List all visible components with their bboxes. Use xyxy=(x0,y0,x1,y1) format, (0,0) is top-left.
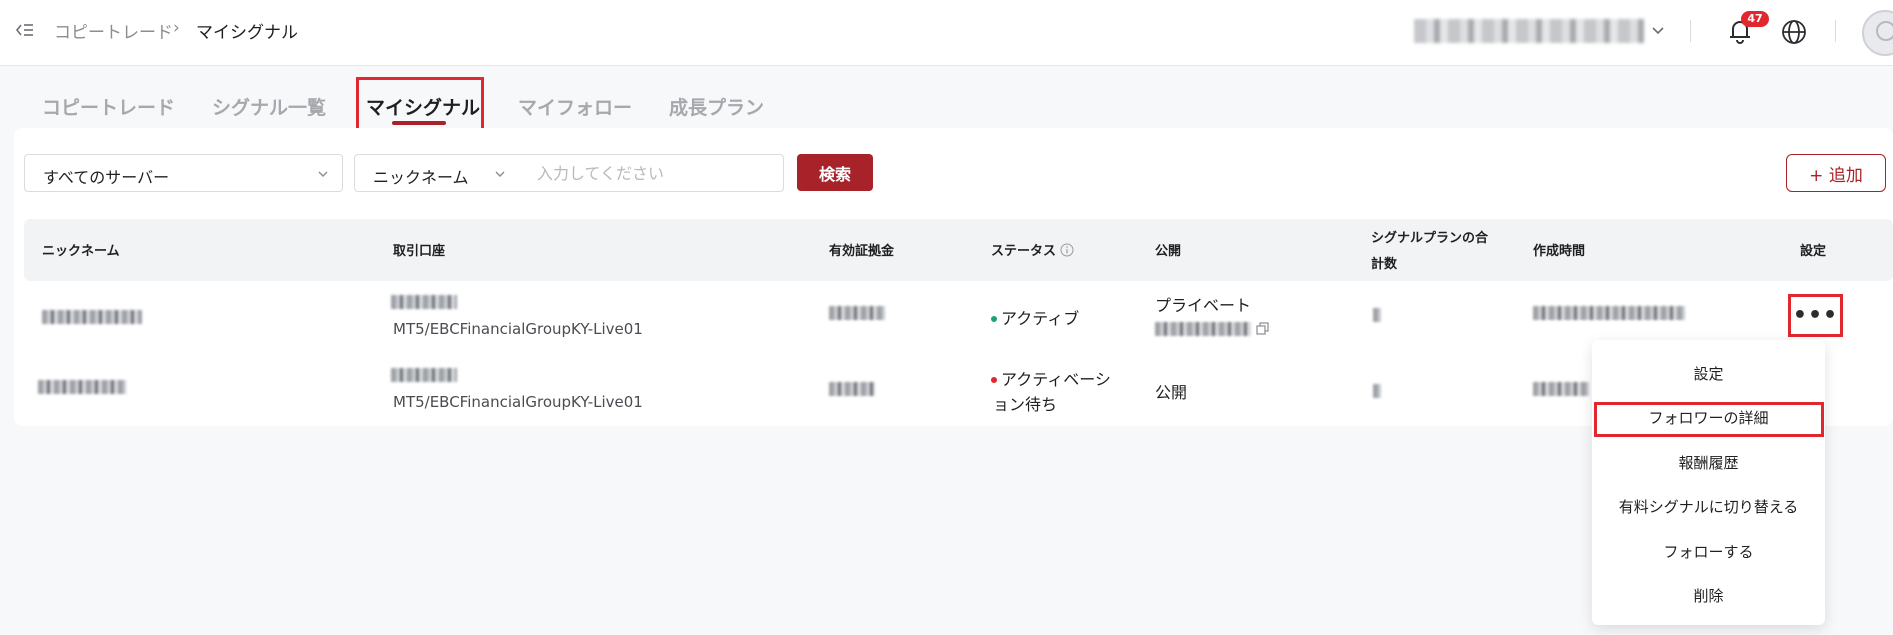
created-time-redacted xyxy=(1533,306,1685,320)
plan-count-redacted xyxy=(1373,384,1381,398)
column-header-visibility: 公開 xyxy=(1155,244,1182,259)
breadcrumb-separator: › xyxy=(173,18,180,38)
column-header-status-label: ステータス xyxy=(991,244,1057,259)
account-number-redacted xyxy=(391,295,457,309)
account-server: MT5/EBCFinancialGroupKY-Live01 xyxy=(393,393,643,411)
account-server: MT5/EBCFinancialGroupKY-Live01 xyxy=(393,320,643,338)
copy-icon[interactable] xyxy=(1256,322,1269,335)
chevron-down-icon xyxy=(495,171,505,177)
info-icon[interactable] xyxy=(1060,243,1074,257)
search-field-value: ニックネーム xyxy=(373,168,469,187)
column-header-plan-total: シグナルプランの合 xyxy=(1371,231,1489,246)
status-active: アクティブ xyxy=(991,305,1079,329)
tab-my-follow[interactable]: マイフォロー xyxy=(518,93,632,120)
globe-icon[interactable] xyxy=(1781,19,1807,45)
chevron-down-icon xyxy=(318,171,328,177)
server-select-value: すべてのサーバー xyxy=(43,168,170,187)
search-button[interactable]: 検索 xyxy=(797,154,873,191)
column-header-nickname: ニックネーム xyxy=(42,244,120,259)
notification-badge: 47 xyxy=(1741,11,1769,27)
menu-item-follow[interactable]: フォローする xyxy=(1592,541,1825,562)
nickname-redacted xyxy=(38,380,126,394)
menu-item-reward-history[interactable]: 報酬履歴 xyxy=(1592,452,1825,473)
server-select[interactable]: すべてのサーバー xyxy=(24,154,343,192)
column-header-equity: 有効証拠金 xyxy=(829,244,895,259)
equity-redacted xyxy=(829,382,875,396)
visibility-detail-redacted xyxy=(1155,322,1251,336)
search-field-select[interactable]: ニックネーム xyxy=(354,154,522,192)
more-actions-button[interactable]: ••• xyxy=(1788,294,1843,337)
plan-count-redacted xyxy=(1373,308,1381,322)
status-label-line2: ョン待ち xyxy=(993,395,1058,414)
tab-growth-plan[interactable]: 成長プラン xyxy=(669,93,764,120)
actions-menu: 設定 フォロワーの詳細 報酬履歴 有料シグナルに切り替える フォローする 削除 xyxy=(1592,340,1825,625)
status-dot xyxy=(991,316,997,322)
column-header-plan-total-cont: 計数 xyxy=(1371,257,1398,272)
menu-item-switch-to-paid[interactable]: 有料シグナルに切り替える xyxy=(1592,496,1825,517)
menu-item-settings[interactable]: 設定 xyxy=(1592,363,1825,384)
column-header-account: 取引口座 xyxy=(393,244,446,259)
collapse-menu-icon[interactable] xyxy=(14,19,36,41)
breadcrumb-current: マイシグナル xyxy=(196,23,298,43)
nickname-redacted xyxy=(42,310,142,324)
status-dot xyxy=(991,377,997,383)
status-pending: アクティベーシ xyxy=(991,366,1111,390)
equity-redacted xyxy=(829,306,885,320)
visibility-value: プライベート xyxy=(1155,296,1252,315)
search-input[interactable] xyxy=(521,154,784,192)
created-time-redacted xyxy=(1533,382,1589,396)
account-name-redacted[interactable] xyxy=(1414,19,1644,43)
chevron-down-icon[interactable] xyxy=(1650,22,1666,38)
status-label: アクティブ xyxy=(1001,309,1080,328)
column-header-created-time: 作成時間 xyxy=(1533,244,1586,259)
column-header-settings: 設定 xyxy=(1800,244,1827,259)
breadcrumb-parent[interactable]: コピートレード xyxy=(54,18,173,43)
tab-copy-trade[interactable]: コピートレード xyxy=(42,93,175,120)
table-header xyxy=(24,219,1893,281)
avatar[interactable] xyxy=(1862,10,1893,56)
highlight-box-menu-item xyxy=(1594,402,1824,437)
visibility-value: 公開 xyxy=(1155,383,1188,402)
divider xyxy=(1690,20,1691,42)
status-label-line1: アクティベーシ xyxy=(1001,370,1111,389)
top-bar: コピートレード › マイシグナル 47 xyxy=(0,0,1893,66)
column-header-status: ステータス xyxy=(991,240,1074,259)
account-number-redacted xyxy=(391,368,457,382)
menu-item-delete[interactable]: 削除 xyxy=(1592,585,1825,606)
add-button[interactable]: + 追加 xyxy=(1786,154,1886,192)
tab-signal-list[interactable]: シグナル一覧 xyxy=(212,93,326,120)
divider xyxy=(1835,20,1836,42)
